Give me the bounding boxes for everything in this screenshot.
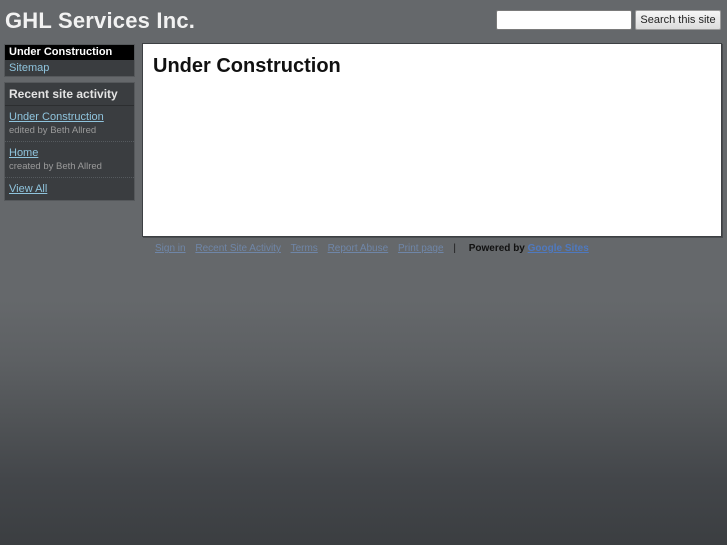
nav-item-under-construction[interactable]: Under Construction [5, 45, 134, 60]
footer: Sign in Recent Site Activity Terms Repor… [155, 243, 596, 255]
footer-separator: | [453, 243, 456, 254]
search-input[interactable] [496, 10, 632, 30]
sidebar: Under Construction Sitemap Recent site a… [4, 44, 135, 201]
activity-meta: created by Beth Allred [9, 161, 102, 172]
nav-item-sitemap[interactable]: Sitemap [5, 60, 134, 76]
footer-link-terms[interactable]: Terms [291, 243, 318, 254]
view-all-link[interactable]: View All [5, 178, 134, 196]
page-title: Under Construction [153, 55, 341, 77]
site-header: GHL Services Inc. Search this site [0, 0, 727, 42]
activity-link-home[interactable]: Home [9, 147, 130, 160]
main-content: Under Construction [142, 43, 722, 237]
site-navigation: Under Construction Sitemap [4, 44, 135, 77]
recent-activity-title: Recent site activity [5, 83, 134, 106]
recent-activity-panel: Recent site activity Under Construction … [4, 82, 135, 201]
site-title[interactable]: GHL Services Inc. [5, 8, 195, 34]
footer-link-recent-site-activity[interactable]: Recent Site Activity [195, 243, 281, 254]
powered-by-label: Powered by [468, 243, 525, 254]
activity-item: Under Construction edited by Beth Allred [5, 106, 134, 142]
activity-link-under-construction[interactable]: Under Construction [9, 111, 130, 124]
activity-item: Home created by Beth Allred [5, 142, 134, 178]
google-sites-link[interactable]: Google Sites [528, 243, 589, 254]
footer-link-sign-in[interactable]: Sign in [155, 243, 186, 254]
footer-link-report-abuse[interactable]: Report Abuse [328, 243, 389, 254]
search-button[interactable]: Search this site [635, 10, 721, 30]
footer-link-print-page[interactable]: Print page [398, 243, 444, 254]
activity-meta: edited by Beth Allred [9, 125, 97, 136]
